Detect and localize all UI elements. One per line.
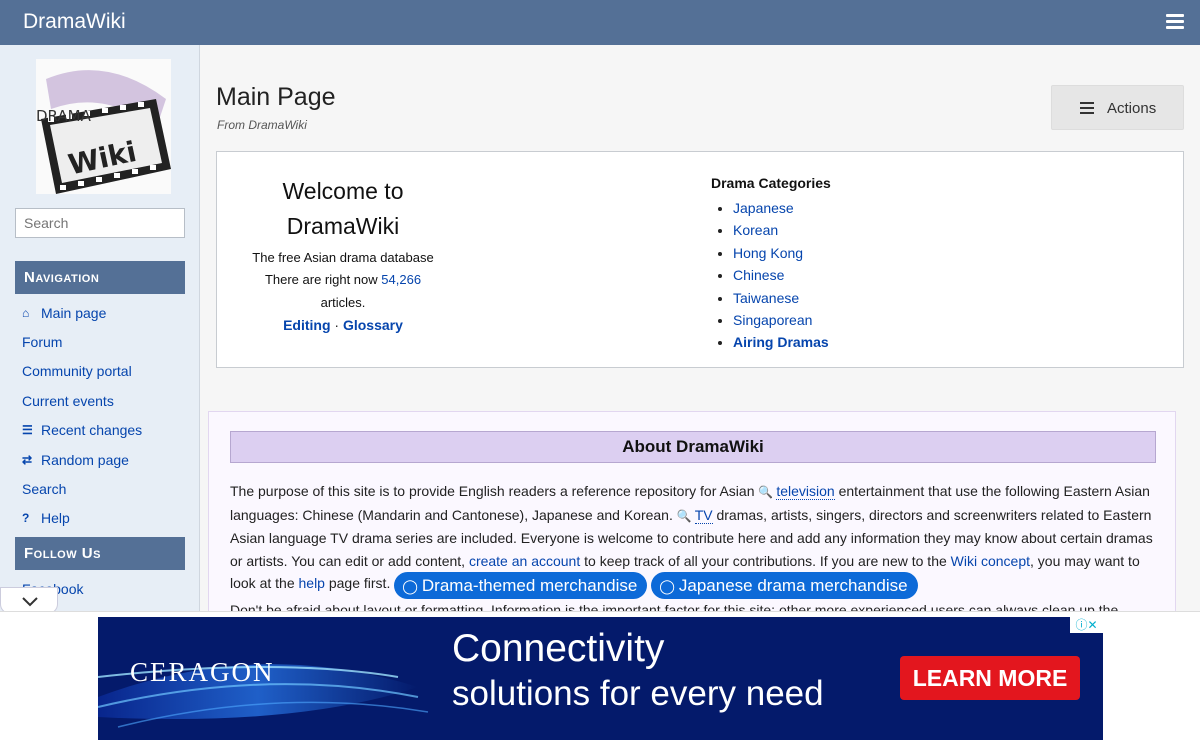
category-airing-dramas[interactable]: Airing Dramas: [733, 334, 829, 356]
nav-item-forum[interactable]: Forum: [22, 327, 142, 356]
article-count-line: There are right now 54,266: [217, 272, 469, 287]
nav-item-community-portal[interactable]: Community portal: [22, 357, 142, 386]
category-hong-kong[interactable]: Hong Kong: [733, 245, 829, 267]
pill-label: Japanese drama merchandise: [678, 576, 908, 596]
about-text-part: to keep track of all your contributions.…: [584, 552, 947, 569]
magnifier-icon: 🔍: [758, 485, 774, 499]
menu-icon: [1080, 102, 1094, 117]
nav-item-label: Main page: [41, 304, 107, 321]
welcome-box: Welcome to DramaWiki The free Asian dram…: [216, 151, 1184, 368]
top-bar: DramaWiki: [0, 0, 1200, 45]
count-prefix: There are right now: [264, 272, 378, 287]
nav-item-help[interactable]: ? Help: [22, 504, 142, 533]
ad-headline: Connectivity: [452, 627, 665, 670]
tagline: The free Asian drama database: [252, 250, 434, 265]
navigation-list: ⌂ Main page Forum Community portal Curren…: [22, 298, 142, 533]
nav-item-main-page[interactable]: ⌂ Main page: [22, 298, 142, 327]
banner-ad[interactable]: CERAGON Connectivity solutions for every…: [98, 617, 1103, 740]
categories-list: Japanese Korean Hong Kong Chinese Taiwan…: [733, 200, 829, 357]
about-heading: About DramaWiki: [230, 431, 1156, 463]
editing-link[interactable]: Editing: [283, 317, 330, 333]
nav-item-label: Community portal: [22, 363, 132, 380]
page-subtitle: From DramaWiki: [217, 118, 307, 132]
menu-icon[interactable]: [1166, 14, 1184, 30]
category-singaporean[interactable]: Singaporean: [733, 312, 829, 334]
wiki-concept-link[interactable]: Wiki concept: [951, 553, 1030, 569]
site-title[interactable]: DramaWiki: [23, 10, 126, 34]
categories-heading: Drama Categories: [711, 175, 831, 191]
list-icon: ☰: [22, 423, 33, 438]
nav-item-label: Current events: [22, 392, 114, 409]
tag-icon: ◯: [659, 578, 675, 595]
actions-label: Actions: [1107, 100, 1157, 117]
question-icon: ?: [22, 511, 30, 526]
category-korean[interactable]: Korean: [733, 222, 829, 244]
help-link[interactable]: help: [299, 575, 325, 591]
search-input[interactable]: [15, 208, 185, 238]
ad-learn-more-button[interactable]: LEARN MORE: [900, 656, 1080, 700]
nav-item-label: Search: [22, 481, 67, 498]
pill-label: Drama-themed merchandise: [421, 576, 638, 596]
glossary-link[interactable]: Glossary: [343, 317, 403, 333]
svg-text:DRAMA: DRAMA: [36, 107, 92, 125]
category-taiwanese[interactable]: Taiwanese: [733, 290, 829, 312]
welcome-title: Welcome to DramaWiki: [217, 174, 469, 244]
nav-item-label: Help: [41, 510, 70, 527]
follow-heading: Follow Us: [15, 537, 185, 570]
television-link[interactable]: television: [776, 483, 835, 500]
welcome-title-line2: DramaWiki: [286, 213, 400, 239]
nav-item-recent-changes[interactable]: ☰ Recent changes: [22, 416, 142, 445]
welcome-links: Editing · Glossary: [217, 317, 469, 333]
welcome-title-line1: Welcome to: [282, 178, 404, 204]
navigation-heading: Navigation: [15, 261, 185, 294]
magnifier-icon: 🔍: [676, 508, 692, 523]
about-text-part: page first.: [328, 575, 391, 592]
tag-icon: ◯: [402, 578, 418, 595]
create-account-link[interactable]: create an account: [469, 553, 580, 569]
actions-button[interactable]: Actions: [1051, 85, 1184, 130]
page-title: Main Page: [216, 83, 336, 111]
nav-item-label: Forum: [22, 334, 63, 351]
article-count-link[interactable]: 54,266: [381, 272, 421, 287]
about-text-part: The purpose of this site is to provide E…: [230, 483, 755, 499]
nav-item-random-page[interactable]: ⇄ Random page: [22, 445, 142, 474]
merch-pill-drama-themed[interactable]: ◯ Drama-themed merchandise: [394, 572, 648, 600]
collapse-ad-button[interactable]: [0, 587, 58, 614]
shuffle-icon: ⇄: [22, 452, 33, 467]
tv-link[interactable]: TV: [694, 506, 713, 524]
ad-brand: CERAGON: [130, 657, 275, 687]
separator: ·: [334, 317, 340, 333]
ad-subline: solutions for every need: [452, 674, 824, 713]
about-text: The purpose of this site is to provide E…: [230, 480, 1158, 622]
site-logo[interactable]: DRAMA Wiki: [36, 59, 171, 194]
nav-item-search[interactable]: Search: [22, 474, 142, 503]
about-box: About DramaWiki The purpose of this site…: [208, 411, 1176, 631]
nav-item-current-events[interactable]: Current events: [22, 386, 142, 415]
category-chinese[interactable]: Chinese: [733, 267, 829, 289]
chevron-down-icon: [22, 597, 38, 607]
nav-item-label: Random page: [41, 451, 129, 468]
home-icon: ⌂: [22, 305, 30, 320]
nav-item-label: Recent changes: [41, 422, 143, 439]
count-suffix: articles.: [320, 295, 366, 310]
main-content: Main Page From DramaWiki Actions Welcome…: [201, 45, 1200, 631]
merch-pill-japanese-drama[interactable]: ◯ Japanese drama merchandise: [651, 572, 918, 600]
category-japanese[interactable]: Japanese: [733, 200, 829, 222]
adchoices-icon[interactable]: ⓘ✕: [1070, 617, 1103, 633]
